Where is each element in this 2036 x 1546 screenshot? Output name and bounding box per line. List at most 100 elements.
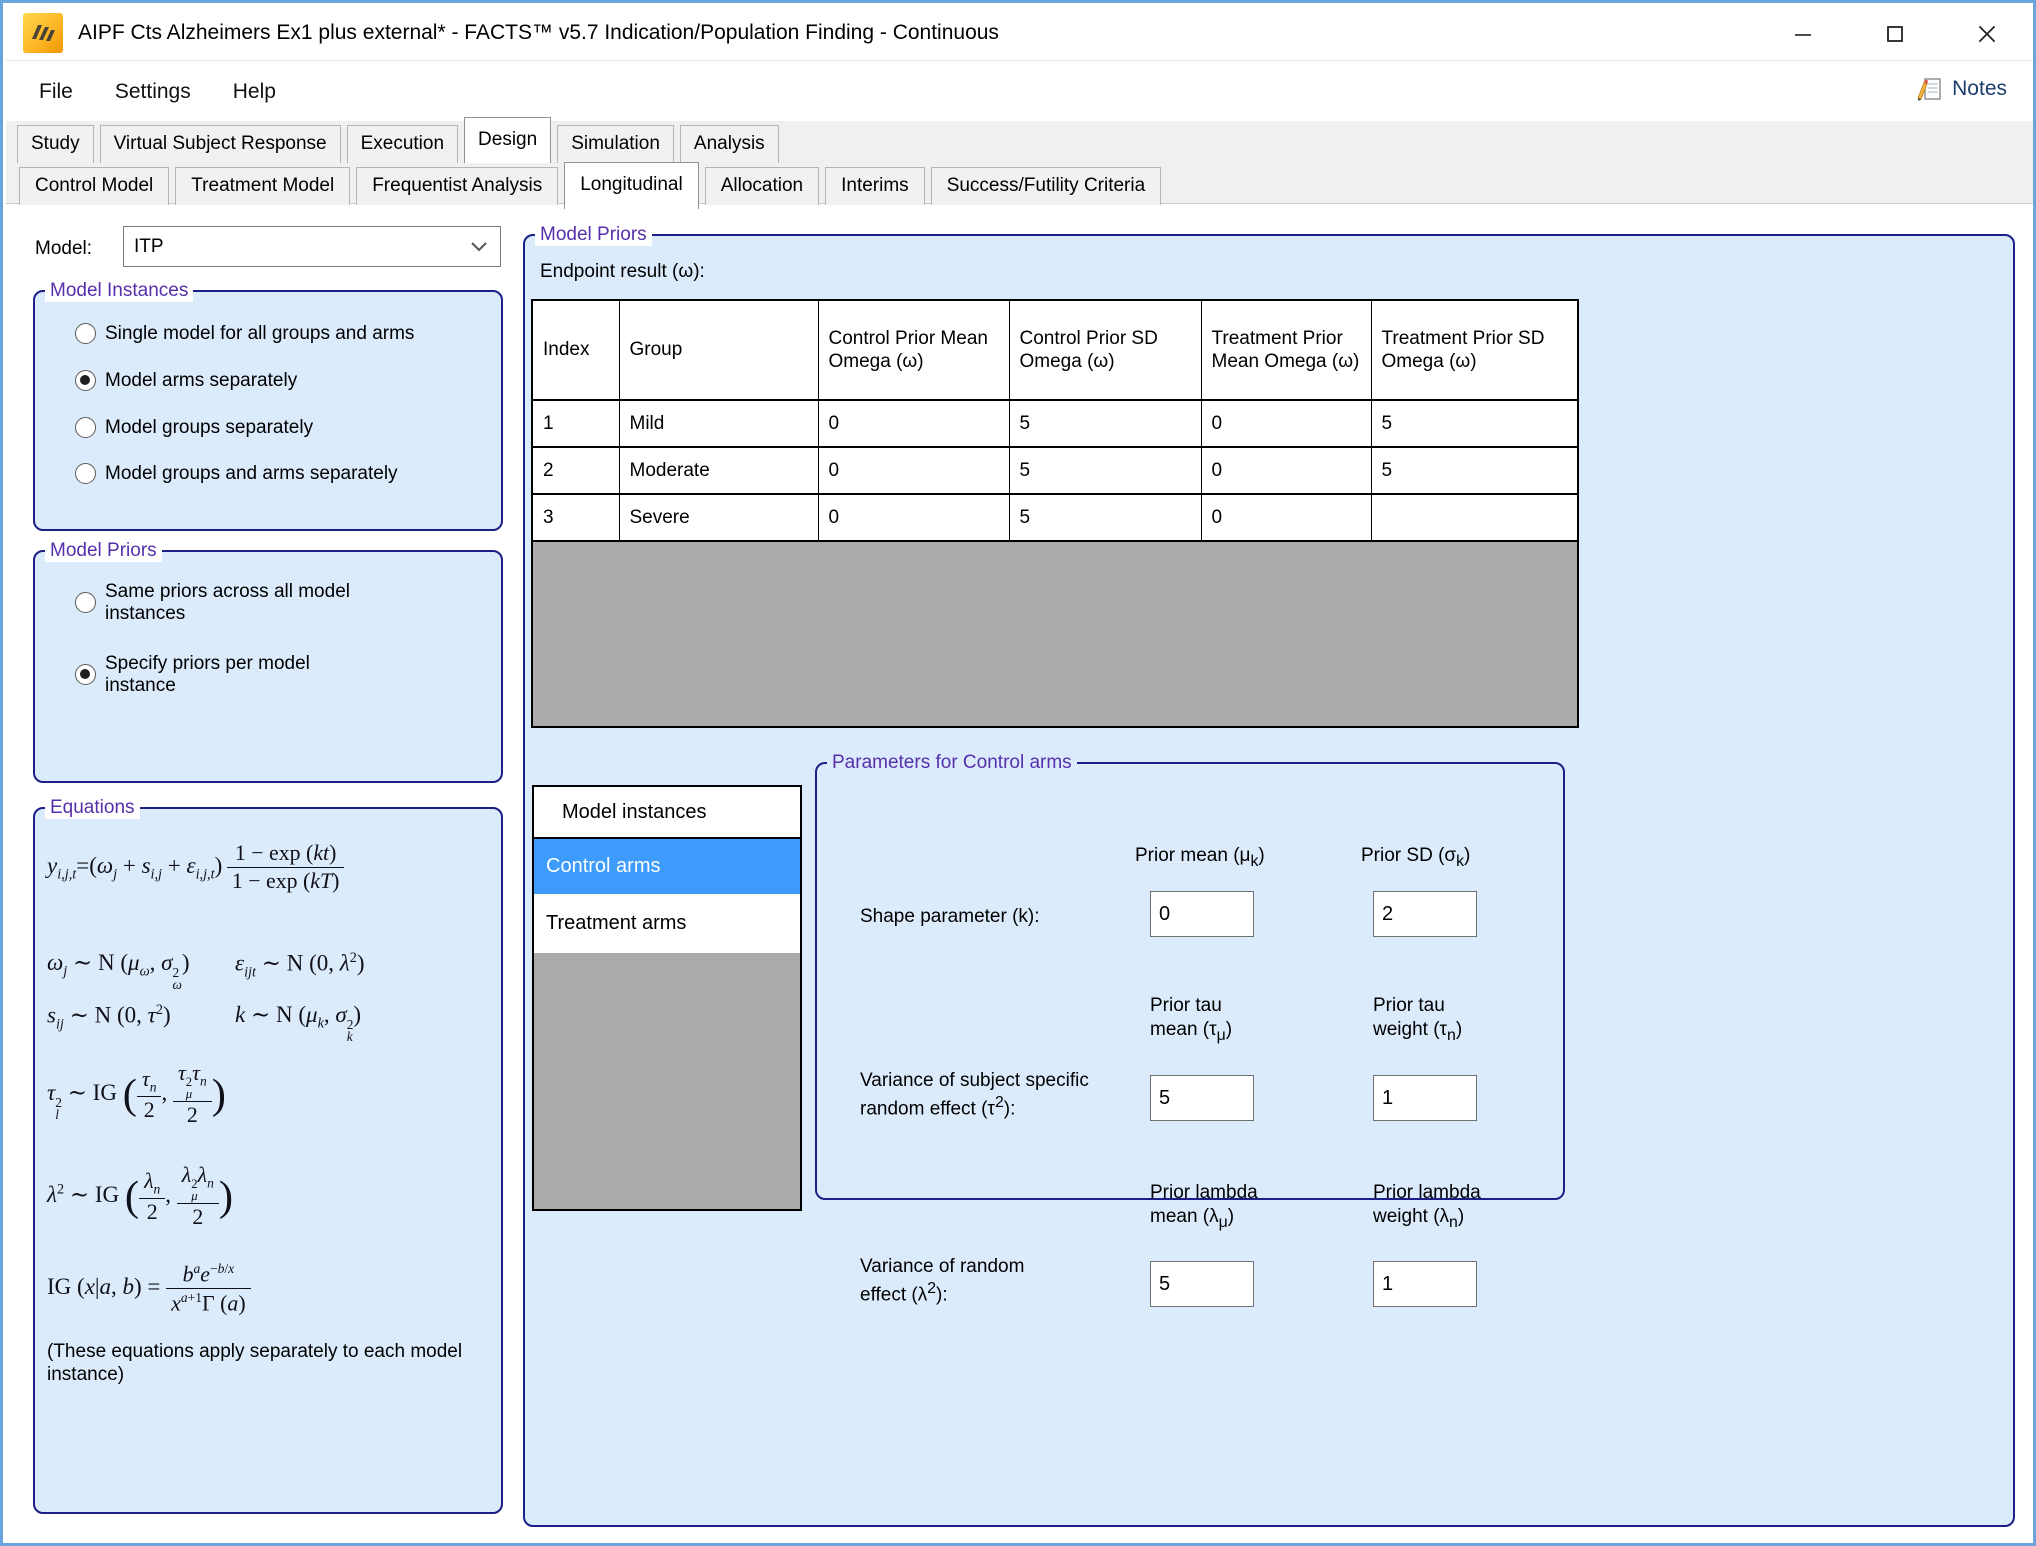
- radio-specify-priors[interactable]: Specify priors per model instance: [75, 653, 355, 697]
- prior-mean-k-header: Prior mean (μk): [1135, 844, 1265, 872]
- secondary-tab-bar: Control Model Treatment Model Frequentis…: [19, 165, 1161, 205]
- cell-value[interactable]: 5: [1009, 494, 1201, 541]
- prior-tau-mean-header: Prior taumean (τμ): [1150, 994, 1232, 1045]
- model-label: Model:: [35, 238, 92, 260]
- close-icon: [1974, 21, 2000, 47]
- maximize-icon: [1883, 22, 1907, 46]
- equations-title: Equations: [45, 798, 140, 819]
- radio-single-model[interactable]: Single model for all groups and arms: [75, 323, 414, 345]
- priors-table: Index Group Control Prior Mean Omega (ω)…: [531, 299, 1579, 728]
- maximize-button[interactable]: [1873, 12, 1917, 56]
- tab-study[interactable]: Study: [17, 125, 94, 163]
- cell-index: 3: [533, 494, 619, 541]
- chevron-down-icon: [470, 240, 488, 254]
- tab-frequentist-analysis[interactable]: Frequentist Analysis: [356, 167, 558, 205]
- cell-value[interactable]: 0: [818, 447, 1009, 494]
- tab-control-model[interactable]: Control Model: [19, 167, 169, 205]
- radio-same-priors[interactable]: Same priors across all model instances: [75, 581, 373, 625]
- radio-checked-icon: [75, 370, 96, 391]
- window-title: AIPF Cts Alzheimers Ex1 plus external* -…: [78, 21, 999, 45]
- list-item-treatment-arms[interactable]: Treatment arms: [534, 896, 800, 953]
- tab-treatment-model[interactable]: Treatment Model: [175, 167, 350, 205]
- tab-interims[interactable]: Interims: [825, 167, 925, 205]
- radio-model-groups-and-arms[interactable]: Model groups and arms separately: [75, 463, 398, 485]
- equation-tau-prior: τ2l ∼ IG (τn2, τ2μτn2): [47, 1061, 226, 1129]
- model-priors-panel-title: Model Priors: [535, 225, 652, 246]
- tab-virtual-subject-response[interactable]: Virtual Subject Response: [100, 125, 341, 163]
- cell-value-selected[interactable]: 5: [1371, 494, 1577, 541]
- prior-lambda-mean-header: Prior lambdamean (λμ): [1150, 1181, 1258, 1232]
- cell-value[interactable]: 0: [818, 400, 1009, 447]
- cell-group: Mild: [619, 400, 818, 447]
- radio-checked-icon: [75, 664, 96, 685]
- app-logo-icon: [23, 13, 63, 53]
- tab-simulation[interactable]: Simulation: [557, 125, 674, 163]
- notes-button[interactable]: Notes: [1914, 74, 2007, 104]
- menu-bar: File Settings Help Notes: [6, 62, 2033, 121]
- radio-icon: [75, 323, 96, 344]
- col-header-group: Group: [619, 301, 818, 400]
- prior-sd-k-input[interactable]: [1373, 891, 1477, 937]
- radio-model-groups-separately[interactable]: Model groups separately: [75, 417, 313, 439]
- menu-help[interactable]: Help: [233, 80, 276, 104]
- menu-file[interactable]: File: [39, 80, 73, 104]
- prior-sd-k-header: Prior SD (σk): [1361, 844, 1470, 872]
- notepad-pencil-icon: [1914, 74, 1944, 104]
- table-row: 1 Mild 0 5 0 5: [533, 400, 1577, 447]
- model-dropdown-value: ITP: [134, 236, 164, 258]
- prior-mean-k-input[interactable]: [1150, 891, 1254, 937]
- title-bar: AIPF Cts Alzheimers Ex1 plus external* -…: [6, 6, 2033, 61]
- app-window: AIPF Cts Alzheimers Ex1 plus external* -…: [0, 0, 2036, 1546]
- prior-tau-mean-input[interactable]: [1150, 1075, 1254, 1121]
- radio-model-arms-separately[interactable]: Model arms separately: [75, 370, 297, 392]
- cell-value[interactable]: 0: [818, 494, 1009, 541]
- minimize-button[interactable]: [1781, 12, 1825, 56]
- cell-value[interactable]: 0: [1201, 447, 1371, 494]
- cell-index: 1: [533, 400, 619, 447]
- minimize-icon: [1791, 22, 1815, 46]
- tab-execution[interactable]: Execution: [347, 125, 458, 163]
- menu-settings[interactable]: Settings: [115, 80, 191, 104]
- list-item-control-arms[interactable]: Control arms: [534, 839, 800, 896]
- prior-lambda-weight-input[interactable]: [1373, 1261, 1477, 1307]
- col-header-index: Index: [533, 301, 619, 400]
- cell-value[interactable]: 5: [1009, 400, 1201, 447]
- prior-tau-weight-input[interactable]: [1373, 1075, 1477, 1121]
- tab-design[interactable]: Design: [464, 117, 551, 163]
- model-instances-list: Model instances Control arms Treatment a…: [532, 785, 802, 1211]
- tab-longitudinal[interactable]: Longitudinal: [564, 162, 698, 209]
- equation-s-prior: sij ∼ N (0, τ2): [47, 1002, 171, 1033]
- col-header-control-prior-mean: Control Prior Mean Omega (ω): [818, 301, 1009, 400]
- tab-allocation[interactable]: Allocation: [705, 167, 819, 205]
- prior-lambda-mean-input[interactable]: [1150, 1261, 1254, 1307]
- radio-icon: [75, 463, 96, 484]
- radio-icon: [75, 417, 96, 438]
- model-priors-mode-title: Model Priors: [45, 541, 162, 562]
- cell-value[interactable]: 0: [1201, 494, 1371, 541]
- cell-index: 2: [533, 447, 619, 494]
- model-dropdown[interactable]: ITP: [123, 226, 501, 267]
- equation-epsilon-prior: εijt ∼ N (0, λ2): [235, 950, 365, 981]
- shape-parameter-label: Shape parameter (k):: [860, 905, 1120, 929]
- parameters-group: Parameters for Control arms: [815, 753, 1565, 1200]
- col-header-treatment-prior-mean: Treatment Prior Mean Omega (ω): [1201, 301, 1371, 400]
- prior-tau-weight-header: Prior tauweight (τn): [1373, 994, 1462, 1045]
- variance-random-effect-label: Variance of random effect (λ2):: [860, 1255, 1065, 1307]
- equation-lambda-prior: λ2 ∼ IG (λn2, λ2μλn2): [47, 1163, 233, 1231]
- equations-note: (These equations apply separately to eac…: [47, 1341, 487, 1387]
- equation-k-prior: k ∼ N (μk, σ2k): [235, 1002, 361, 1044]
- notes-label: Notes: [1952, 77, 2007, 101]
- close-button[interactable]: [1965, 12, 2009, 56]
- cell-value[interactable]: 5: [1371, 447, 1577, 494]
- table-row: 2 Moderate 0 5 0 5: [533, 447, 1577, 494]
- radio-icon: [75, 592, 96, 613]
- tab-success-futility-criteria[interactable]: Success/Futility Criteria: [931, 167, 1162, 205]
- cell-value[interactable]: 5: [1009, 447, 1201, 494]
- cell-value[interactable]: 0: [1201, 400, 1371, 447]
- tab-analysis[interactable]: Analysis: [680, 125, 779, 163]
- prior-lambda-weight-header: Prior lambdaweight (λn): [1373, 1181, 1481, 1232]
- cell-value[interactable]: 5: [1371, 400, 1577, 447]
- list-header: Model instances: [534, 787, 800, 839]
- equation-inverse-gamma: IG (x|a, b) = bae−b/xxa+1Γ (a): [47, 1261, 251, 1317]
- col-header-treatment-prior-sd: Treatment Prior SD Omega (ω): [1371, 301, 1577, 400]
